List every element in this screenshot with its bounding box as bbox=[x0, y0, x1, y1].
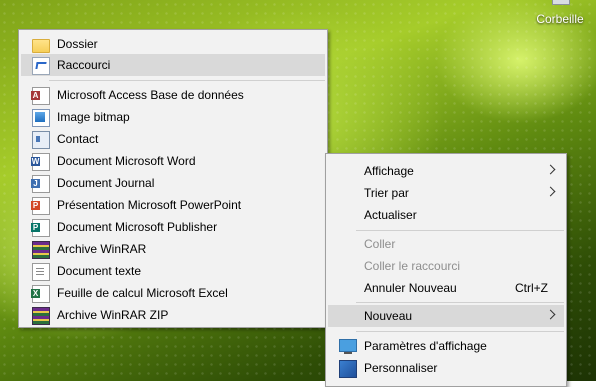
menu-item-label: Affichage bbox=[364, 164, 414, 178]
recycle-bin-icon[interactable] bbox=[552, 0, 570, 5]
menu-item-personnaliser[interactable]: Personnaliser bbox=[328, 357, 564, 379]
menu-item-label: Archive WinRAR bbox=[57, 242, 147, 256]
excel-icon: X bbox=[31, 285, 50, 303]
personalize-icon bbox=[339, 360, 357, 378]
display-settings-icon bbox=[339, 339, 357, 354]
text-document-icon bbox=[32, 263, 50, 281]
publisher-icon: P bbox=[31, 219, 50, 237]
powerpoint-icon: P bbox=[31, 197, 50, 215]
contact-icon bbox=[32, 131, 50, 149]
journal-icon: J bbox=[31, 175, 50, 193]
menu-item-coller-raccourci[interactable]: Coller le raccourci bbox=[328, 255, 564, 277]
menu-item-dossier[interactable]: Dossier bbox=[21, 33, 325, 55]
menu-item-label: Feuille de calcul Microsoft Excel bbox=[57, 286, 228, 300]
word-icon: W bbox=[31, 153, 50, 171]
winrar-icon bbox=[32, 241, 50, 259]
menu-item-parametres-affichage[interactable]: Paramètres d'affichage bbox=[328, 335, 564, 357]
menu-item-actualiser[interactable]: Actualiser bbox=[328, 204, 564, 226]
menu-item-word[interactable]: W Document Microsoft Word bbox=[21, 150, 325, 172]
menu-item-bitmap[interactable]: Image bitmap bbox=[21, 106, 325, 128]
bitmap-icon bbox=[32, 109, 50, 127]
menu-item-label: Trier par bbox=[364, 186, 409, 200]
menu-item-label: Actualiser bbox=[364, 208, 417, 222]
menu-item-journal[interactable]: J Document Journal bbox=[21, 172, 325, 194]
menu-item-winrar-zip[interactable]: Archive WinRAR ZIP bbox=[21, 304, 325, 326]
chevron-right-icon bbox=[545, 309, 556, 320]
chevron-right-icon bbox=[545, 164, 556, 175]
menu-item-label: Nouveau bbox=[364, 309, 413, 323]
menu-item-label: Document texte bbox=[57, 264, 142, 278]
access-icon: A bbox=[31, 87, 50, 105]
shortcut-icon bbox=[32, 57, 50, 75]
winrar-zip-icon bbox=[32, 307, 50, 325]
menu-item-trier-par[interactable]: Trier par bbox=[328, 182, 564, 204]
menu-item-label: Coller le raccourci bbox=[364, 259, 461, 273]
menu-item-label: Présentation Microsoft PowerPoint bbox=[57, 198, 242, 212]
menu-item-label: Personnaliser bbox=[364, 361, 438, 375]
chevron-right-icon bbox=[545, 186, 556, 197]
recycle-bin-shortcut[interactable]: Corbeille bbox=[528, 0, 592, 30]
menu-item-affichage[interactable]: Affichage bbox=[328, 160, 564, 182]
new-submenu: Dossier Raccourci A Microsoft Access Bas… bbox=[18, 29, 328, 328]
keyboard-shortcut: Ctrl+Z bbox=[515, 281, 548, 295]
recycle-bin-label: Corbeille bbox=[536, 12, 584, 26]
menu-item-label: Dossier bbox=[57, 37, 98, 51]
desktop-context-menu: Affichage Trier par Actualiser Coller Co… bbox=[325, 153, 567, 387]
menu-separator bbox=[356, 230, 564, 231]
menu-item-label: Document Microsoft Word bbox=[57, 154, 196, 168]
menu-separator bbox=[356, 302, 564, 303]
menu-item-winrar[interactable]: Archive WinRAR bbox=[21, 238, 325, 260]
menu-item-label: Document Microsoft Publisher bbox=[57, 220, 218, 234]
menu-item-access[interactable]: A Microsoft Access Base de données bbox=[21, 84, 325, 106]
menu-item-coller[interactable]: Coller bbox=[328, 233, 564, 255]
menu-item-contact[interactable]: Contact bbox=[21, 128, 325, 150]
menu-item-label: Annuler Nouveau bbox=[364, 281, 457, 295]
folder-icon bbox=[32, 39, 50, 53]
menu-item-label: Archive WinRAR ZIP bbox=[57, 308, 169, 322]
menu-item-raccourci[interactable]: Raccourci bbox=[21, 54, 325, 76]
menu-item-label: Paramètres d'affichage bbox=[364, 339, 487, 353]
menu-item-label: Image bitmap bbox=[57, 110, 130, 124]
menu-separator bbox=[49, 80, 325, 81]
menu-item-annuler-nouveau[interactable]: Annuler Nouveau Ctrl+Z bbox=[328, 277, 564, 299]
menu-item-nouveau[interactable]: Nouveau bbox=[328, 305, 564, 327]
menu-item-label: Coller bbox=[364, 237, 396, 251]
menu-item-label: Document Journal bbox=[57, 176, 155, 190]
menu-item-label: Contact bbox=[57, 132, 99, 146]
menu-item-publisher[interactable]: P Document Microsoft Publisher bbox=[21, 216, 325, 238]
menu-item-excel[interactable]: X Feuille de calcul Microsoft Excel bbox=[21, 282, 325, 304]
menu-separator bbox=[356, 331, 564, 332]
menu-item-text-document[interactable]: Document texte bbox=[21, 260, 325, 282]
menu-item-powerpoint[interactable]: P Présentation Microsoft PowerPoint bbox=[21, 194, 325, 216]
menu-item-label: Raccourci bbox=[57, 58, 111, 72]
menu-item-label: Microsoft Access Base de données bbox=[57, 88, 244, 102]
